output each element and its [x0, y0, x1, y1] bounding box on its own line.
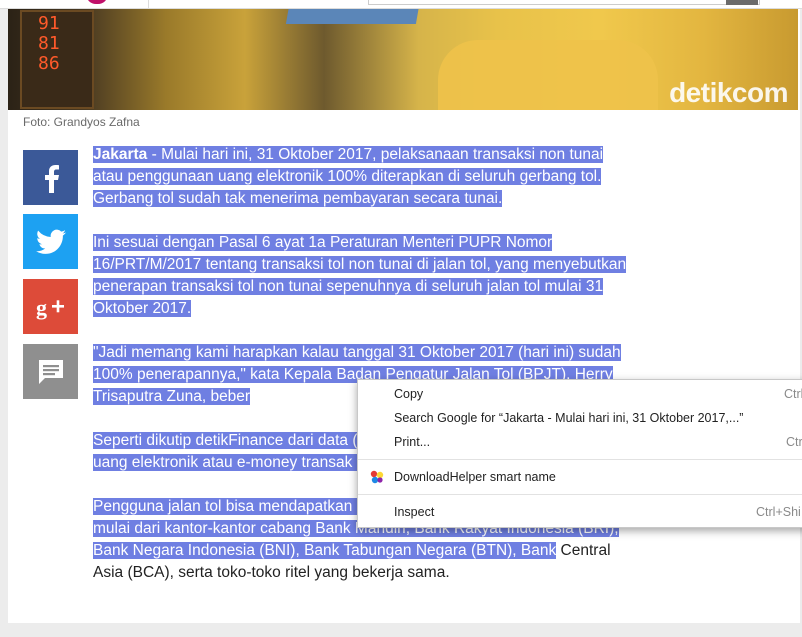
facebook-icon	[44, 164, 59, 193]
browser-top-strip	[0, 0, 802, 9]
twitter-icon	[35, 229, 66, 254]
print-label: Print...	[394, 435, 431, 449]
paragraph-1-text: - Mulai hari ini, 31 Oktober 2017, pelak…	[93, 146, 604, 207]
paragraph-2-text: Ini sesuai dengan Pasal 6 ayat 1a Peratu…	[93, 234, 627, 317]
share-google-plus-button[interactable]: g	[23, 279, 78, 334]
share-facebook-button[interactable]	[23, 150, 78, 205]
article-paragraph: Jakarta - Mulai hari ini, 31 Oktober 201…	[93, 144, 633, 210]
photo-digits: 91 81 86	[38, 13, 60, 74]
article-photo: 91 81 86 detikcom	[8, 0, 798, 110]
context-menu-search-google[interactable]: Search Google for “Jakarta - Mulai hari …	[358, 406, 802, 430]
article-location: Jakarta	[93, 146, 148, 163]
copy-label: Copy	[394, 387, 424, 401]
downloadhelper-icon	[370, 470, 384, 484]
downloadhelper-label: DownloadHelper smart name	[394, 470, 556, 484]
header-divider	[148, 0, 149, 8]
photo-watermark: detikcom	[669, 77, 788, 108]
article-body: Jakarta - Mulai hari ini, 31 Oktober 201…	[93, 144, 633, 606]
photo-credit: Foto: Grandyos Zafna	[23, 115, 140, 129]
article-paragraph: Ini sesuai dengan Pasal 6 ayat 1a Peratu…	[93, 232, 633, 320]
google-plus-icon: g	[36, 295, 64, 320]
comment-button[interactable]	[23, 344, 78, 399]
photo-arm	[438, 40, 658, 110]
inspect-label: Inspect	[394, 505, 435, 519]
search-button[interactable]	[726, 0, 758, 5]
menu-separator	[358, 494, 802, 495]
comment-icon	[38, 359, 63, 384]
site-logo[interactable]	[86, 0, 108, 4]
search-google-label: Search Google for “Jakarta - Mulai hari …	[394, 411, 744, 425]
context-menu-copy[interactable]: Copy Ctrl	[358, 382, 802, 406]
copy-shortcut: Ctrl	[784, 387, 802, 401]
context-menu: Copy Ctrl Search Google for “Jakarta - M…	[357, 379, 802, 528]
context-menu-downloadhelper[interactable]: DownloadHelper smart name	[358, 465, 802, 489]
article-page: 91 81 86 detikcom Foto: Grandyos Zafna g…	[8, 0, 800, 623]
share-twitter-button[interactable]	[23, 214, 78, 269]
context-menu-print[interactable]: Print... Ctr	[358, 430, 802, 454]
menu-separator	[358, 459, 802, 460]
svg-text:g: g	[36, 295, 47, 320]
search-input[interactable]	[368, 0, 760, 5]
context-menu-inspect[interactable]: Inspect Ctrl+Shi	[358, 500, 802, 524]
inspect-shortcut: Ctrl+Shi	[756, 505, 801, 519]
print-shortcut: Ctr	[786, 435, 802, 449]
